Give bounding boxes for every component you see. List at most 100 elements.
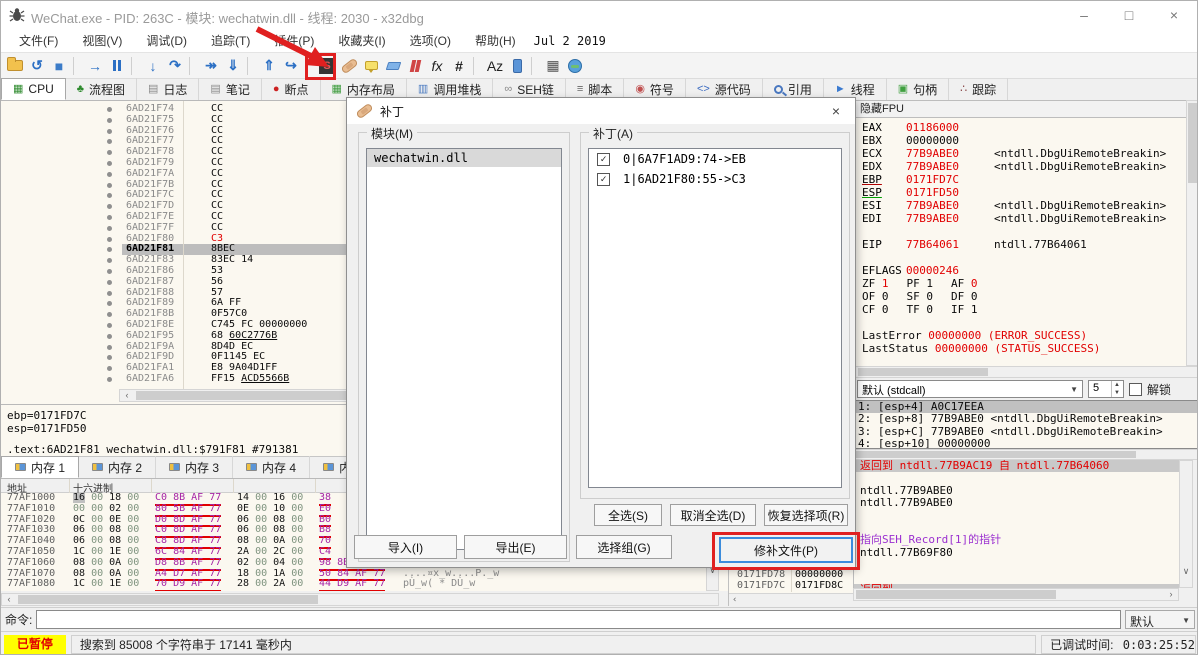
function-icon[interactable]: fx	[427, 55, 447, 77]
scroll-left-icon[interactable]: ‹	[120, 390, 134, 401]
argument-row[interactable]: 4: [esp+10] 00000000	[854, 437, 1197, 448]
execute-till-return-icon[interactable]: ⇑	[259, 55, 279, 77]
patch-dialog-title-bar[interactable]: 补丁	[347, 98, 855, 124]
patch-icon[interactable]	[339, 55, 359, 77]
text-encoding-icon[interactable]: Az	[485, 55, 505, 77]
register-row[interactable]: ECX 77B9ABE0 <ntdll.DbgUiRemoteBreakin>	[854, 147, 1186, 160]
stack-info-row[interactable]	[854, 510, 1179, 522]
argument-depth-stepper[interactable]: 5 ▲ ▼	[1088, 380, 1124, 398]
scroll-thumb[interactable]	[856, 451, 1136, 458]
menu-item-6[interactable]: 选项(O)	[398, 29, 463, 52]
arguments-horizontal-scrollbar[interactable]	[853, 449, 1197, 460]
animate-into-icon[interactable]: ↠	[201, 55, 221, 77]
open-file-icon[interactable]	[5, 55, 25, 77]
tab-跟踪[interactable]: ∴ 跟踪	[949, 78, 1009, 100]
stack-info-row[interactable]	[854, 559, 1179, 571]
stack-info-row[interactable]: ntdll.77B69F80	[854, 546, 1179, 559]
stack-row[interactable]: 0171FD7C 0171FD8C	[729, 580, 853, 591]
scroll-thumb[interactable]	[18, 595, 318, 604]
dump-tab-1[interactable]: 内存 1	[1, 456, 80, 478]
pause-icon[interactable]	[107, 55, 127, 77]
deselect-all-button[interactable]: 取消全选(D)	[670, 504, 756, 526]
stack-horizontal-scrollbar[interactable]: ‹	[729, 593, 853, 606]
dump-row[interactable]: 77AF1080 1C 00 1E 00 70 D9 AF 77 28 00 2A…	[1, 578, 728, 591]
tab-笔记[interactable]: ▤ 笔记	[199, 78, 262, 100]
restore-selected-button[interactable]: 恢复选择项(R)	[764, 504, 848, 526]
scroll-thumb[interactable]	[136, 391, 356, 400]
bookmark-icon[interactable]	[405, 55, 425, 77]
tab-CPU[interactable]: ▦ CPU	[1, 78, 66, 100]
registers-pane[interactable]: EAX 01186000 EBX 00000000 ECX 77B9ABE0 <ntdll.…	[853, 118, 1186, 366]
arguments-pane[interactable]: 1: [esp+4] A0C17EEA 2: [esp+8] 77B9ABE0 <…	[853, 400, 1197, 449]
run-icon[interactable]: →	[85, 55, 105, 77]
tab-流程图[interactable]: ♣ 流程图	[66, 78, 137, 100]
scroll-left-icon[interactable]: ‹	[2, 594, 16, 605]
run-to-user-code-icon[interactable]: ↪	[281, 55, 301, 77]
module-list[interactable]: wechatwin.dll	[366, 148, 562, 550]
calculator-icon[interactable]: ▦	[543, 55, 563, 77]
calling-convention-dropdown[interactable]: 默认 (stdcall) ▼	[857, 380, 1083, 398]
scroll-thumb[interactable]	[858, 368, 988, 376]
tab-断点[interactable]: ● 断点	[262, 78, 321, 100]
animate-over-icon[interactable]: ⇓	[223, 55, 243, 77]
select-all-button[interactable]: 全选(S)	[594, 504, 662, 526]
registers-vertical-scrollbar[interactable]	[1186, 100, 1197, 366]
menu-item-0[interactable]: 文件(F)	[7, 29, 70, 52]
register-row[interactable]: EAX 01186000	[854, 121, 1186, 134]
register-row[interactable]: ESI 77B9ABE0 <ntdll.DbgUiRemoteBreakin>	[854, 199, 1186, 212]
maximize-button[interactable]: □	[1114, 5, 1144, 25]
scroll-down-icon[interactable]: ∨	[1180, 565, 1192, 578]
register-row[interactable]: EFLAGS 00000246	[854, 264, 1186, 277]
tab-句柄[interactable]: ▣ 句柄	[887, 78, 950, 100]
stack-info-row[interactable]: 返回到 ntdll.77B9AC19 自 ntdll.77B64060	[854, 460, 1179, 473]
patch-checkbox[interactable]: ✓	[597, 153, 610, 166]
menu-item-5[interactable]: 收藏夹(I)	[326, 29, 397, 52]
stack-info-horizontal-scrollbar[interactable]: ›	[853, 588, 1179, 601]
export-button[interactable]: 导出(E)	[464, 535, 567, 559]
scroll-thumb[interactable]	[856, 590, 1056, 599]
command-input[interactable]	[36, 610, 1121, 629]
register-row[interactable]: EBP 0171FD7C	[854, 173, 1186, 186]
step-over-icon[interactable]: ↷	[165, 55, 185, 77]
stack-info-pane[interactable]: 返回到 ntdll.77B9AC19 自 ntdll.77B64060 ntdl…	[853, 460, 1179, 588]
patch-list-item[interactable]: ✓ 1|6AD21F80:55->C3	[589, 169, 841, 189]
step-into-icon[interactable]: ↓	[143, 55, 163, 77]
module-list-item[interactable]: wechatwin.dll	[367, 149, 561, 167]
unlock-checkbox[interactable]	[1129, 382, 1142, 396]
attach-icon[interactable]	[507, 55, 527, 77]
register-row[interactable]: EBX 00000000	[854, 134, 1186, 147]
register-row[interactable]: EDI 77B9ABE0 <ntdll.DbgUiRemoteBreakin>	[854, 212, 1186, 225]
command-profile-dropdown[interactable]: 默认 ▼	[1125, 610, 1195, 629]
menu-item-1[interactable]: 视图(V)	[70, 29, 134, 52]
menu-item-4[interactable]: 插件(P)	[262, 29, 326, 52]
registers-horizontal-scrollbar[interactable]	[853, 366, 1197, 378]
menu-item-2[interactable]: 调试(D)	[134, 29, 199, 52]
dump-tab-2[interactable]: 内存 2	[79, 456, 157, 478]
patch-list[interactable]: ✓ 0|6A7F1AD9:74->EB ✓ 1|6AD21F80:55->C3	[588, 148, 842, 488]
dump-horizontal-scrollbar[interactable]: ‹	[1, 593, 719, 606]
register-row[interactable]: ESP 0171FD50	[854, 186, 1186, 199]
restart-icon[interactable]: ↺	[27, 55, 47, 77]
globe-icon[interactable]	[565, 55, 585, 77]
dump-tab-3[interactable]: 内存 3	[156, 456, 234, 478]
register-row[interactable]: EDX 77B9ABE0 <ntdll.DbgUiRemoteBreakin>	[854, 160, 1186, 173]
scroll-right-icon[interactable]: ›	[1164, 589, 1178, 600]
hash-icon[interactable]: #	[449, 55, 469, 77]
stack-info-row[interactable]: 指向SEH_Record[1]的指针	[854, 533, 1179, 546]
dialog-close-icon[interactable]: ×	[825, 101, 847, 121]
stack-info-vertical-scrollbar[interactable]: ∨	[1179, 460, 1193, 588]
scroll-thumb[interactable]	[1188, 103, 1197, 183]
menu-item-3[interactable]: 追踪(T)	[199, 29, 262, 52]
dump-tab-4[interactable]: 内存 4	[233, 456, 311, 478]
import-button[interactable]: 导入(I)	[354, 535, 457, 559]
hide-fpu-button[interactable]: 隐藏FPU	[853, 100, 1197, 118]
argument-row[interactable]: 2: [esp+8] 77B9ABE0 <ntdll.DbgUiRemoteBr…	[854, 412, 1197, 425]
label-icon[interactable]	[383, 55, 403, 77]
stack-info-row[interactable]: ntdll.77B9ABE0	[854, 496, 1179, 509]
pick-groups-button[interactable]: 选择组(G)	[576, 535, 672, 559]
patch-checkbox[interactable]: ✓	[597, 173, 610, 186]
stack-row[interactable]: 0171FD78 00000000	[729, 569, 853, 580]
menu-item-7[interactable]: 帮助(H)	[463, 29, 528, 52]
stepper-arrows-icon[interactable]: ▲ ▼	[1111, 381, 1122, 397]
minimize-button[interactable]: –	[1069, 5, 1099, 25]
